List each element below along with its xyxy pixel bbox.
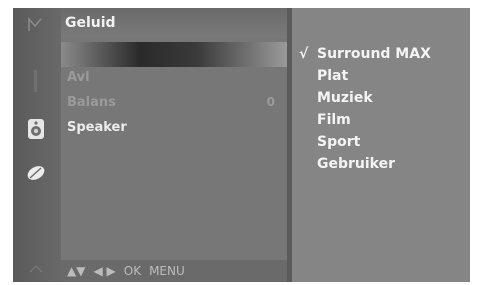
menu-title: Geluid [61,8,287,38]
menu-item-label: Balans [67,95,116,110]
submenu-item-gebruiker[interactable]: Gebruiker [317,156,395,172]
submenu-item-film[interactable]: Film [317,112,351,128]
picture-icon[interactable] [23,12,49,38]
submenu-item-muziek[interactable]: Muziek [317,90,373,106]
menu-hint: MENU [149,264,185,278]
leaf-icon[interactable] [23,160,49,186]
menu-item-label: Avl [67,70,90,85]
left-right-arrows-icon: ◀ ▶ [93,264,116,278]
ok-hint: OK [123,264,142,278]
menu-footer-hints: ▲▼ ◀ ▶ OK MENU [61,260,287,282]
menu-item-balans[interactable]: Balans 0 [67,95,281,110]
settings-icon[interactable] [23,256,49,282]
menu-item-speaker[interactable]: Speaker [67,120,127,135]
osd-icon-rail [13,8,61,282]
balance-value: 0 [266,95,275,109]
submenu-item-surround-max[interactable]: Surround MAX [317,46,431,62]
tv-osd-screen: Geluid Avl Balans 0 Speaker ▲▼ ◀ ▶ OK ME… [13,8,470,282]
sound-mode-submenu: √ Surround MAX Plat Muziek Film Sport Ge… [292,8,470,282]
sound-menu-panel: Geluid Avl Balans 0 Speaker ▲▼ ◀ ▶ OK ME… [61,8,287,282]
up-down-arrows-icon: ▲▼ [67,264,86,278]
speaker-icon[interactable] [23,116,49,142]
submenu-item-plat[interactable]: Plat [317,68,348,84]
menu-selection-highlight [61,42,287,67]
check-mark-icon: √ [299,46,309,62]
menu-item-avl[interactable]: Avl [67,70,90,85]
volume-icon[interactable] [23,68,49,94]
submenu-item-sport[interactable]: Sport [317,134,360,150]
menu-item-label: Speaker [67,120,127,135]
